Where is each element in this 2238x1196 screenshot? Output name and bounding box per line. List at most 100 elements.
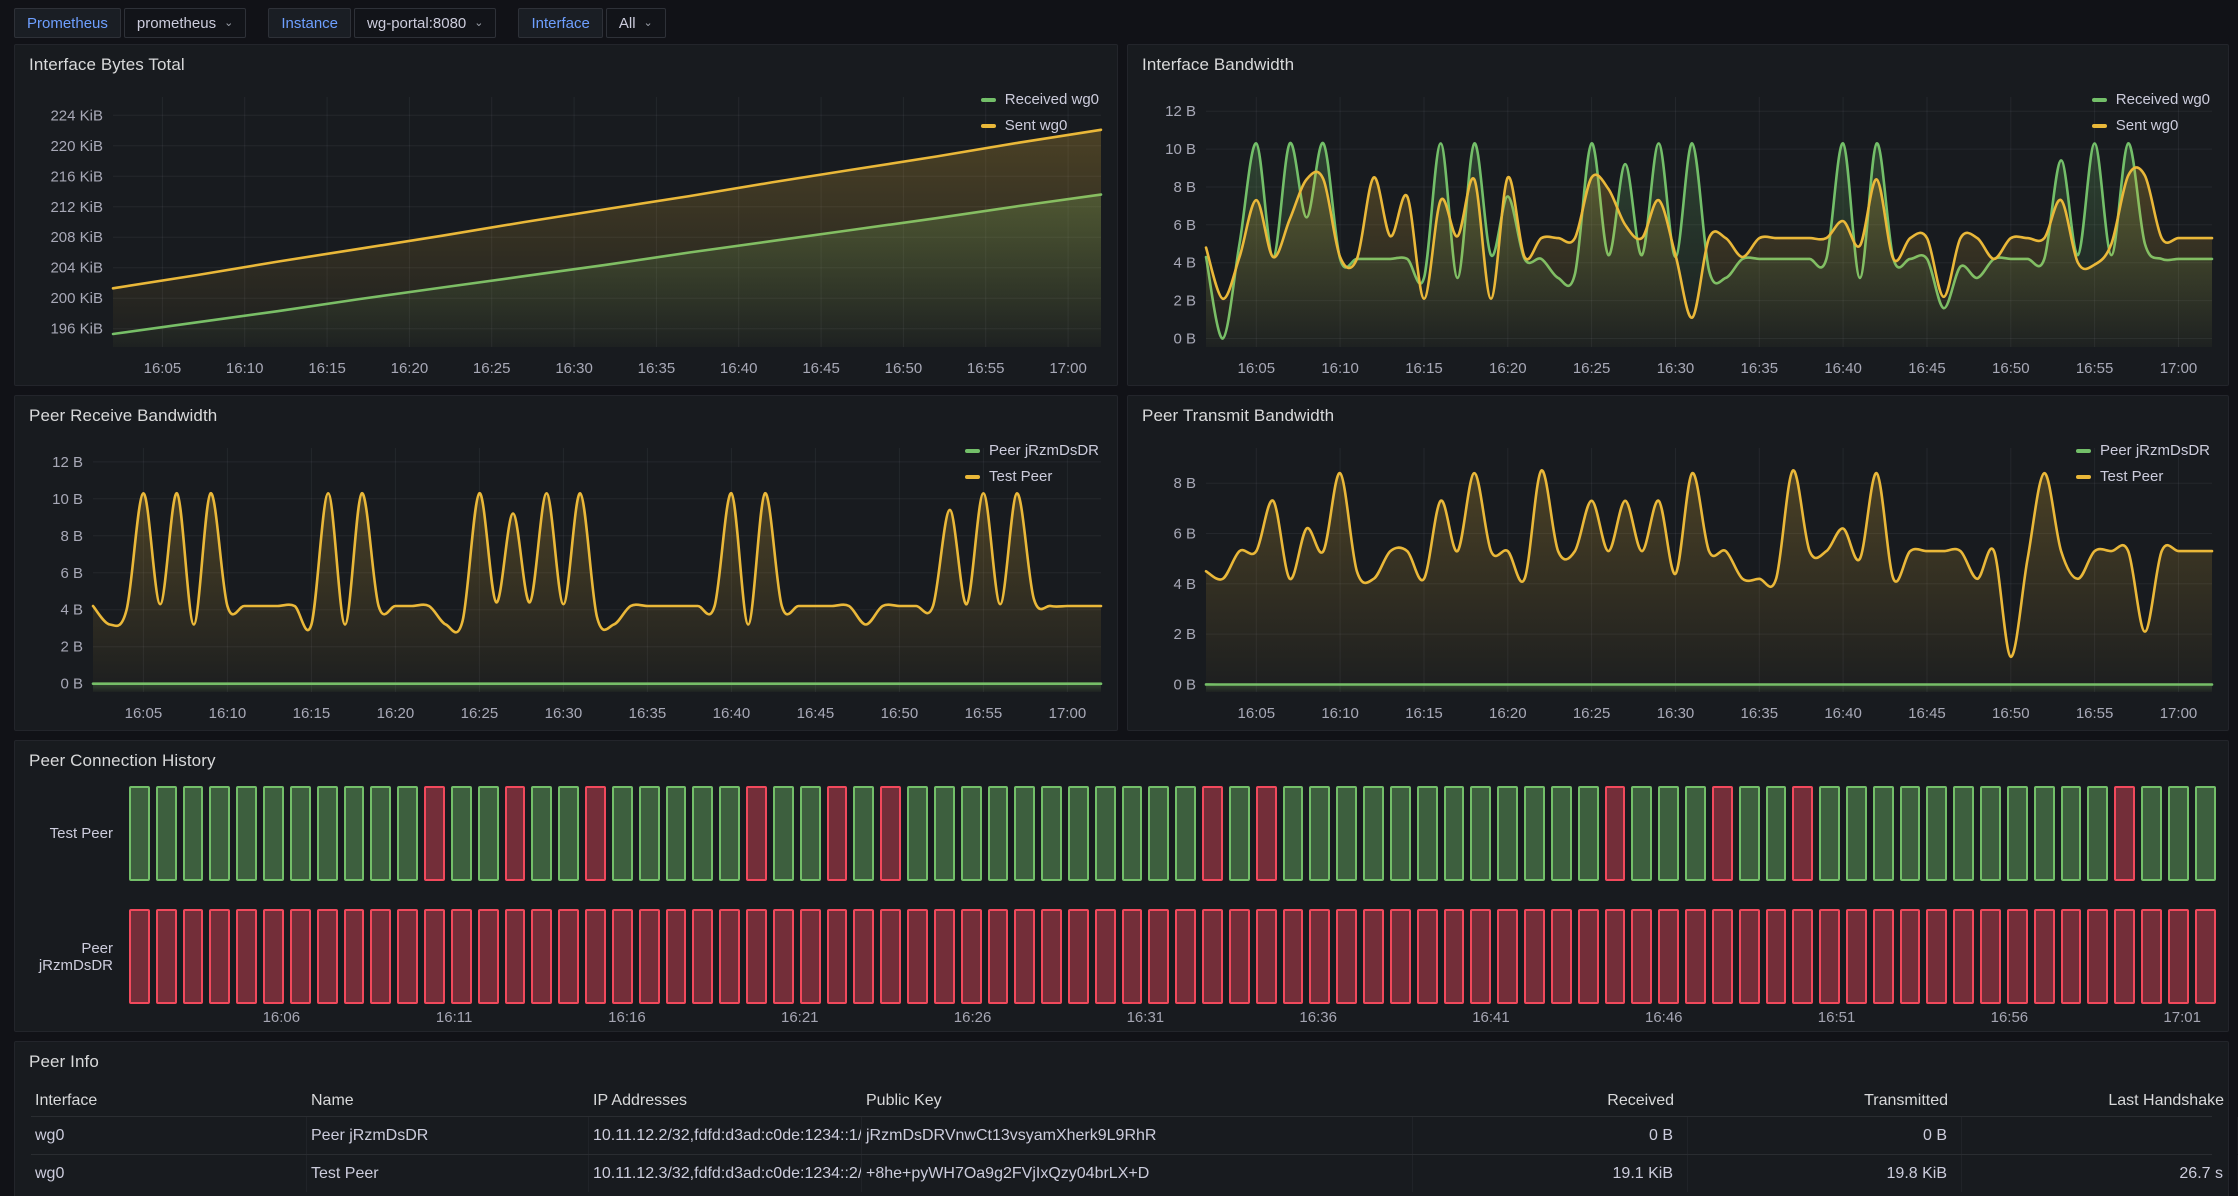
state-segment (183, 909, 204, 1004)
state-segment (1390, 786, 1411, 881)
state-segment (1739, 909, 1760, 1004)
timeline-x-tick: 16:56 (1991, 1009, 2029, 1026)
svg-text:10 B: 10 B (1165, 141, 1196, 158)
state-segment (236, 786, 257, 881)
timeline-row-label: Test Peer (15, 825, 129, 842)
panel-title[interactable]: Peer Info (29, 1052, 99, 1072)
state-segment (531, 909, 552, 1004)
state-segment (1578, 786, 1599, 881)
svg-text:16:25: 16:25 (473, 360, 511, 377)
state-segment (1766, 909, 1787, 1004)
variable-value: All (619, 15, 636, 32)
legend-swatch (981, 98, 996, 102)
state-segment (290, 786, 311, 881)
timeline-x-tick: 16:06 (263, 1009, 301, 1026)
panel-title[interactable]: Peer Transmit Bandwidth (1142, 406, 1334, 426)
column-header-ip-addresses[interactable]: IP Addresses (589, 1086, 862, 1116)
state-segment (505, 909, 526, 1004)
column-header-name[interactable]: Name (307, 1086, 589, 1116)
svg-text:212 KiB: 212 KiB (50, 199, 103, 216)
column-header-received[interactable]: Received (1413, 1086, 1688, 1116)
state-segment (1792, 909, 1813, 1004)
svg-text:12 B: 12 B (1165, 103, 1196, 120)
state-segment (2114, 786, 2135, 881)
table-cell-interface: wg0 (31, 1155, 307, 1192)
svg-text:16:25: 16:25 (1573, 705, 1611, 722)
variable-label-prometheus: Prometheus (14, 8, 121, 38)
state-segment (1256, 786, 1277, 881)
state-segment (263, 786, 284, 881)
state-segment (612, 909, 633, 1004)
state-segment (800, 786, 821, 881)
state-segment (156, 786, 177, 881)
svg-text:16:45: 16:45 (797, 705, 835, 722)
column-header-interface[interactable]: Interface (31, 1086, 307, 1116)
state-segment (1658, 786, 1679, 881)
state-segment (2087, 786, 2108, 881)
state-segment (1336, 786, 1357, 881)
variable-select-interface[interactable]: All ⌄ (606, 8, 666, 38)
state-segment (1497, 786, 1518, 881)
timeline-x-tick: 17:01 (2163, 1009, 2201, 1026)
svg-text:196 KiB: 196 KiB (50, 321, 103, 338)
legend-item-peer-jrzmdsdr[interactable]: Peer jRzmDsDR (2076, 442, 2210, 459)
state-segment (988, 786, 1009, 881)
legend-item-test-peer[interactable]: Test Peer (965, 468, 1099, 485)
state-segment (2195, 786, 2216, 881)
state-segment (1229, 909, 1250, 1004)
state-segment (424, 909, 445, 1004)
svg-text:204 KiB: 204 KiB (50, 260, 103, 277)
panel-title[interactable]: Interface Bandwidth (1142, 55, 1294, 75)
legend-item-test-peer[interactable]: Test Peer (2076, 468, 2210, 485)
state-segment (317, 909, 338, 1004)
panel-peer-receive-bandwidth: 12 B10 B8 B6 B4 B2 B0 B16:0516:1016:1516… (14, 395, 1118, 731)
svg-text:16:05: 16:05 (1238, 705, 1276, 722)
state-segment (961, 909, 982, 1004)
svg-text:6 B: 6 B (1173, 526, 1196, 543)
legend-item-sent-wg0[interactable]: Sent wg0 (2092, 117, 2210, 134)
state-segment (370, 909, 391, 1004)
state-segment (397, 786, 418, 881)
legend-item-sent-wg0[interactable]: Sent wg0 (981, 117, 1099, 134)
legend-item-received-wg0[interactable]: Received wg0 (2092, 91, 2210, 108)
timeline-x-axis: 16:0616:1116:1616:2116:2616:3116:3616:41… (129, 1009, 2216, 1029)
column-header-last-handshake[interactable]: Last Handshake (1962, 1086, 2238, 1116)
legend-label: Received wg0 (2116, 91, 2210, 108)
panel-title[interactable]: Interface Bytes Total (29, 55, 185, 75)
legend: Received wg0 Sent wg0 (981, 91, 1099, 134)
svg-text:10 B: 10 B (52, 491, 83, 508)
time-series-chart: 12 B10 B8 B6 B4 B2 B0 B16:0516:1016:1516… (1128, 45, 2228, 385)
state-segment (1014, 786, 1035, 881)
legend-item-received-wg0[interactable]: Received wg0 (981, 91, 1099, 108)
legend: Peer jRzmDsDR Test Peer (965, 442, 1099, 485)
panel-title[interactable]: Peer Receive Bandwidth (29, 406, 217, 426)
state-segment (2114, 909, 2135, 1004)
svg-text:16:40: 16:40 (713, 705, 751, 722)
legend-item-peer-jrzmdsdr[interactable]: Peer jRzmDsDR (965, 442, 1099, 459)
svg-text:16:55: 16:55 (2076, 360, 2114, 377)
state-segment (1122, 909, 1143, 1004)
legend-label: Received wg0 (1005, 91, 1099, 108)
legend-swatch (2076, 449, 2091, 453)
table-cell-interface: wg0 (31, 1117, 307, 1154)
state-segment (800, 909, 821, 1004)
column-header-public-key[interactable]: Public Key (862, 1086, 1413, 1116)
svg-text:2 B: 2 B (1173, 293, 1196, 310)
variable-select-instance[interactable]: wg-portal:8080 ⌄ (354, 8, 496, 38)
legend-label: Test Peer (989, 468, 1052, 485)
svg-text:16:30: 16:30 (1657, 360, 1695, 377)
table-cell-ip-addresses: 10.11.12.2/32,fdfd:d3ad:c0de:1234::1/128 (589, 1117, 862, 1154)
svg-text:16:40: 16:40 (1824, 360, 1862, 377)
legend-swatch (981, 124, 996, 128)
panel-title[interactable]: Peer Connection History (29, 751, 216, 771)
column-header-transmitted[interactable]: Transmitted (1688, 1086, 1962, 1116)
state-segment (1229, 786, 1250, 881)
state-segment (1766, 786, 1787, 881)
svg-text:16:40: 16:40 (720, 360, 758, 377)
state-segment (585, 909, 606, 1004)
state-segment (1148, 786, 1169, 881)
variable-select-prometheus[interactable]: prometheus ⌄ (124, 8, 246, 38)
state-segment (907, 909, 928, 1004)
state-segment (558, 909, 579, 1004)
state-segment (344, 786, 365, 881)
